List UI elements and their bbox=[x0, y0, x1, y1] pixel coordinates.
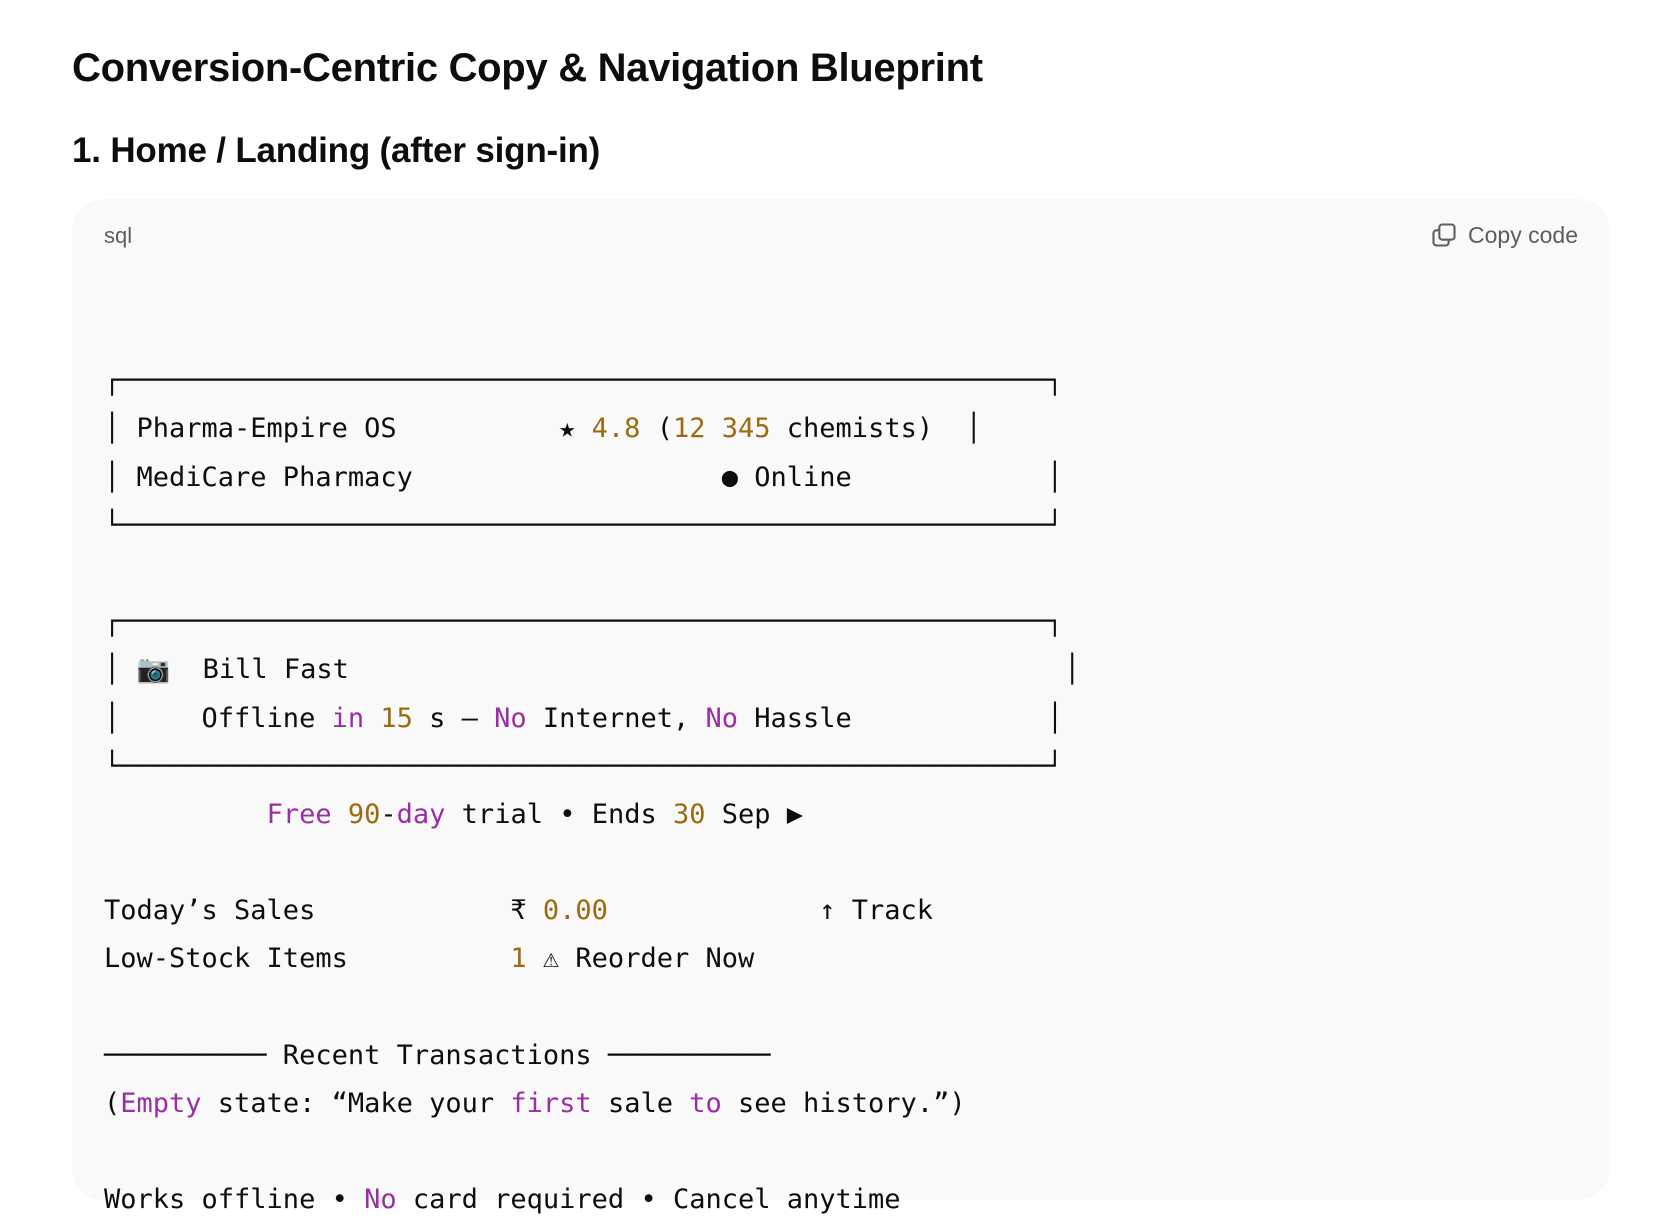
code-text-token: └───────────────────────────────────────… bbox=[104, 750, 1064, 782]
code-line: │ Pharma-Empire OS ★ 4.8 (12 345 chemist… bbox=[104, 405, 1080, 453]
code-keyword-token: Free bbox=[266, 798, 332, 830]
code-line: Free 90-day trial • Ends 30 Sep ▶ bbox=[104, 791, 1080, 839]
code-text-token: ( bbox=[104, 1088, 121, 1119]
code-number-token: 12 bbox=[672, 413, 706, 445]
code-text-token: ( bbox=[640, 413, 673, 445]
code-line: │ MediCare Pharmacy ● Online │ bbox=[104, 454, 1080, 502]
code-text-token: ↑ Track bbox=[607, 895, 934, 927]
code-text-token: see history.”) bbox=[721, 1088, 966, 1119]
code-keyword-token: in bbox=[331, 702, 365, 734]
code-text-token: Works offline • bbox=[104, 1184, 365, 1216]
code-text-token: ┌───────────────────────────────────────… bbox=[104, 365, 1064, 397]
code-number-token: 15 bbox=[380, 702, 413, 734]
code-block: sql Copy code ┌─────────────────────────… bbox=[72, 199, 1610, 1215]
code-content: ┌───────────────────────────────────────… bbox=[104, 309, 1080, 1225]
code-line: └───────────────────────────────────────… bbox=[104, 502, 1080, 550]
code-line: Low-Stock Items 1 ⚠ Reorder Now bbox=[104, 935, 1080, 983]
code-number-token: 1 bbox=[510, 943, 527, 975]
section-heading: 1. Home / Landing (after sign-in) bbox=[72, 131, 601, 170]
code-line: │ 📷 Bill Fast │ bbox=[104, 646, 1080, 694]
code-text-token: └───────────────────────────────────────… bbox=[104, 509, 1064, 541]
code-text-token: Low-Stock Items bbox=[104, 943, 511, 975]
code-line: (Empty state: “Make your first sale to s… bbox=[104, 1080, 1080, 1128]
code-text-token: - bbox=[380, 798, 397, 830]
code-text-token: s – bbox=[412, 702, 495, 734]
code-text-token: Today’s Sales ₹ bbox=[104, 895, 543, 927]
code-line: ────────── Recent Transactions ─────────… bbox=[104, 1032, 1080, 1080]
code-line: Works offline • No card required • Cance… bbox=[104, 1176, 1080, 1224]
copy-icon bbox=[1432, 223, 1456, 247]
code-text-token: ────────── Recent Transactions ─────────… bbox=[104, 1039, 771, 1071]
code-keyword-token: No bbox=[494, 702, 527, 734]
code-keyword-token: first bbox=[510, 1088, 592, 1119]
code-text-token: │ Pharma-Empire OS ★ bbox=[104, 413, 592, 445]
copy-code-label: Copy code bbox=[1468, 221, 1578, 248]
code-keyword-token: No bbox=[364, 1184, 397, 1216]
copy-code-button[interactable]: Copy code bbox=[1430, 217, 1578, 253]
code-text-token: chemists) │ bbox=[770, 413, 982, 445]
code-keyword-token: No bbox=[705, 702, 738, 734]
code-keyword-token: Empty bbox=[120, 1088, 202, 1119]
code-text-token: │ 📷 Bill Fast │ bbox=[104, 654, 1081, 686]
code-language-label: sql bbox=[104, 223, 133, 248]
code-text-token: card required • Cancel anytime bbox=[396, 1184, 901, 1216]
code-text-token: │ Offline bbox=[104, 702, 332, 734]
code-text-token: Sep ▶ bbox=[705, 798, 804, 830]
code-block-header: sql Copy code bbox=[72, 199, 1610, 271]
code-text-token: state: “Make your bbox=[201, 1088, 511, 1119]
document-title: Conversion-Centric Copy & Navigation Blu… bbox=[72, 46, 983, 90]
code-text-token: sale bbox=[591, 1088, 690, 1119]
code-keyword-token: day bbox=[396, 798, 446, 830]
code-line: └───────────────────────────────────────… bbox=[104, 743, 1080, 791]
code-number-token: 0.00 bbox=[542, 895, 608, 927]
code-text-token: Internet, bbox=[526, 702, 706, 734]
code-line: │ Offline in 15 s – No Internet, No Hass… bbox=[104, 695, 1080, 743]
code-keyword-token: to bbox=[689, 1088, 722, 1119]
code-text-token: │ MediCare Pharmacy ● Online │ bbox=[104, 461, 1064, 493]
code-number-token: 345 bbox=[721, 413, 771, 445]
code-number-token: 90 bbox=[347, 798, 381, 830]
code-number-token: 4.8 bbox=[591, 413, 641, 445]
code-text-token: ┌───────────────────────────────────────… bbox=[104, 606, 1064, 638]
code-text-token: Hassle │ bbox=[738, 702, 1064, 734]
code-text-token: ⚠ Reorder Now bbox=[526, 943, 755, 975]
code-line: ┌───────────────────────────────────────… bbox=[104, 598, 1080, 646]
code-number-token: 30 bbox=[673, 798, 706, 830]
code-line: ┌───────────────────────────────────────… bbox=[104, 357, 1080, 405]
code-text-token: trial • Ends bbox=[445, 798, 673, 830]
code-line: Today’s Sales ₹ 0.00 ↑ Track bbox=[104, 887, 1080, 935]
